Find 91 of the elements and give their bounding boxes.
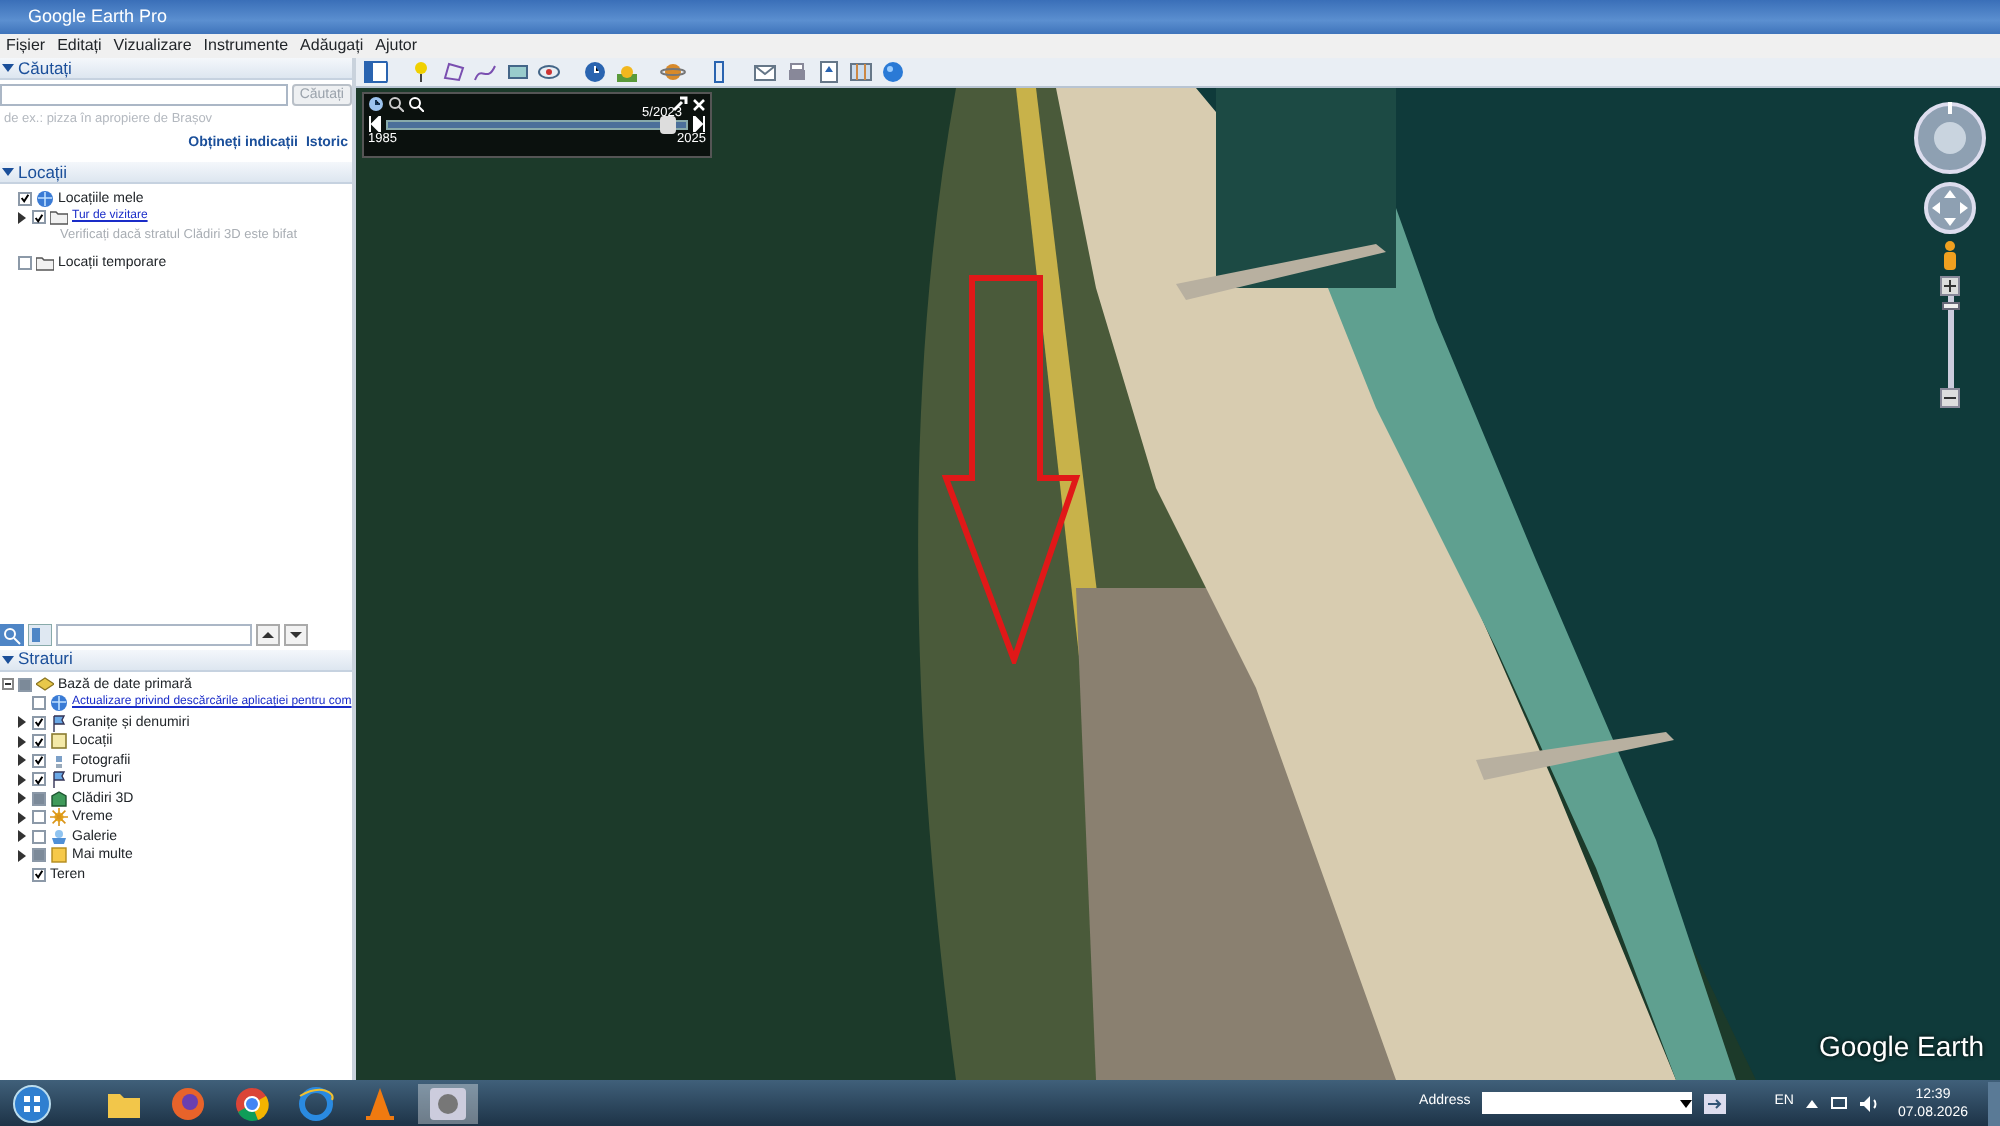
ie-browser-icon[interactable] (296, 1083, 336, 1123)
map-logo: Google Earth (1819, 1028, 1984, 1066)
zoom-thumb[interactable] (1941, 301, 1959, 310)
building-icon (50, 789, 68, 808)
checkbox[interactable] (18, 191, 32, 205)
panel-title[interactable]: Straturi (18, 648, 73, 670)
close-icon[interactable] (692, 97, 706, 111)
fox-browser-icon[interactable] (168, 1083, 208, 1123)
flag-icon (50, 713, 68, 732)
layers-icon (36, 675, 54, 694)
sunlight-icon[interactable] (614, 60, 640, 84)
go-arrow-icon[interactable] (1704, 1093, 1727, 1113)
note-icon (50, 846, 68, 865)
step-back-icon[interactable] (368, 116, 382, 132)
sun-icon (50, 808, 68, 827)
envelope-icon[interactable] (752, 60, 778, 84)
speaker-icon[interactable] (1859, 1095, 1878, 1111)
expand-triangle-icon[interactable] (18, 830, 26, 843)
filter-field[interactable] (56, 623, 252, 645)
network-icon[interactable] (1829, 1095, 1848, 1111)
expand-triangle-icon[interactable] (18, 773, 26, 786)
panel-icon[interactable] (28, 623, 52, 645)
folder-icon (50, 208, 68, 226)
sidebar-toggle-icon[interactable] (362, 60, 388, 84)
checkbox[interactable] (32, 810, 46, 825)
polygon-icon[interactable] (440, 60, 466, 84)
search-icon[interactable] (0, 623, 24, 645)
checkbox[interactable] (32, 734, 46, 749)
window-title: Google Earth Pro (28, 4, 168, 30)
expand-triangle-icon[interactable] (18, 849, 26, 862)
move-down-icon[interactable] (284, 623, 308, 645)
map-icon[interactable] (848, 60, 874, 84)
expand-triangle-icon[interactable] (18, 716, 26, 729)
menu-item[interactable]: Instrumente (197, 34, 295, 58)
checkbox[interactable] (32, 791, 46, 806)
expand-triangle-icon[interactable] (18, 211, 26, 223)
person-icon[interactable] (1940, 240, 1960, 272)
address-field[interactable] (1482, 1092, 1693, 1114)
checkbox[interactable] (18, 677, 32, 692)
tray-arrow-icon[interactable] (1805, 1099, 1818, 1107)
gallery-icon (50, 827, 68, 846)
zoom-in-icon[interactable] (1940, 276, 1960, 296)
clock-icon[interactable] (368, 96, 384, 112)
traffic-cone-icon[interactable] (360, 1083, 400, 1123)
menu-item[interactable]: Ajutor (369, 34, 424, 58)
path-icon[interactable] (472, 60, 498, 84)
chrome-browser-icon[interactable] (232, 1083, 272, 1123)
search-field[interactable] (0, 84, 288, 106)
checkbox[interactable] (32, 696, 46, 711)
save-image-icon[interactable] (816, 60, 842, 84)
expand-triangle-icon[interactable] (18, 811, 26, 824)
zoom-out-icon[interactable] (1940, 388, 1960, 408)
expand-triangle-icon[interactable] (18, 735, 26, 748)
collapse-box-icon[interactable] (2, 678, 14, 691)
globe-icon (36, 189, 54, 207)
checkbox[interactable] (32, 772, 46, 787)
expand-triangle-icon[interactable] (18, 792, 26, 805)
printer-icon[interactable] (784, 60, 810, 84)
square-icon (50, 732, 68, 751)
menu-item[interactable]: Fișier (0, 34, 52, 58)
compass-ring-icon[interactable] (1912, 100, 1988, 176)
panel-title[interactable]: Căutați (18, 57, 72, 79)
menu-item[interactable]: Editați (51, 34, 108, 58)
zoom-out-icon[interactable] (388, 96, 404, 112)
menu-item[interactable]: Adăugați (294, 34, 370, 58)
planet-icon[interactable] (660, 60, 686, 84)
tour-icon[interactable] (536, 60, 562, 84)
collapse-triangle-icon[interactable] (2, 653, 14, 665)
checkbox[interactable] (32, 867, 46, 882)
checkbox[interactable] (32, 848, 46, 863)
menu-item[interactable]: Vizualizare (107, 34, 198, 58)
panel-title[interactable]: Locații (18, 161, 68, 184)
checkbox[interactable] (32, 210, 46, 224)
slider-thumb[interactable] (660, 115, 677, 133)
flag-icon (50, 770, 68, 789)
expand-triangle-icon[interactable] (18, 754, 26, 767)
clock-icon[interactable] (582, 60, 608, 84)
start-orb-icon[interactable] (12, 1083, 52, 1123)
collapse-triangle-icon[interactable] (2, 62, 14, 74)
dropdown-icon[interactable] (1680, 1099, 1693, 1107)
step-forward-icon[interactable] (692, 116, 706, 132)
collapse-triangle-icon[interactable] (2, 166, 14, 179)
globe-icon[interactable] (880, 60, 906, 84)
checkbox[interactable] (18, 256, 32, 271)
move-up-icon[interactable] (256, 623, 280, 645)
checkbox[interactable] (32, 829, 46, 844)
image-overlay-icon[interactable] (504, 60, 530, 84)
checkbox[interactable] (32, 715, 46, 730)
globe-icon (50, 694, 68, 713)
checkbox[interactable] (32, 753, 46, 768)
folder-icon (36, 254, 54, 273)
